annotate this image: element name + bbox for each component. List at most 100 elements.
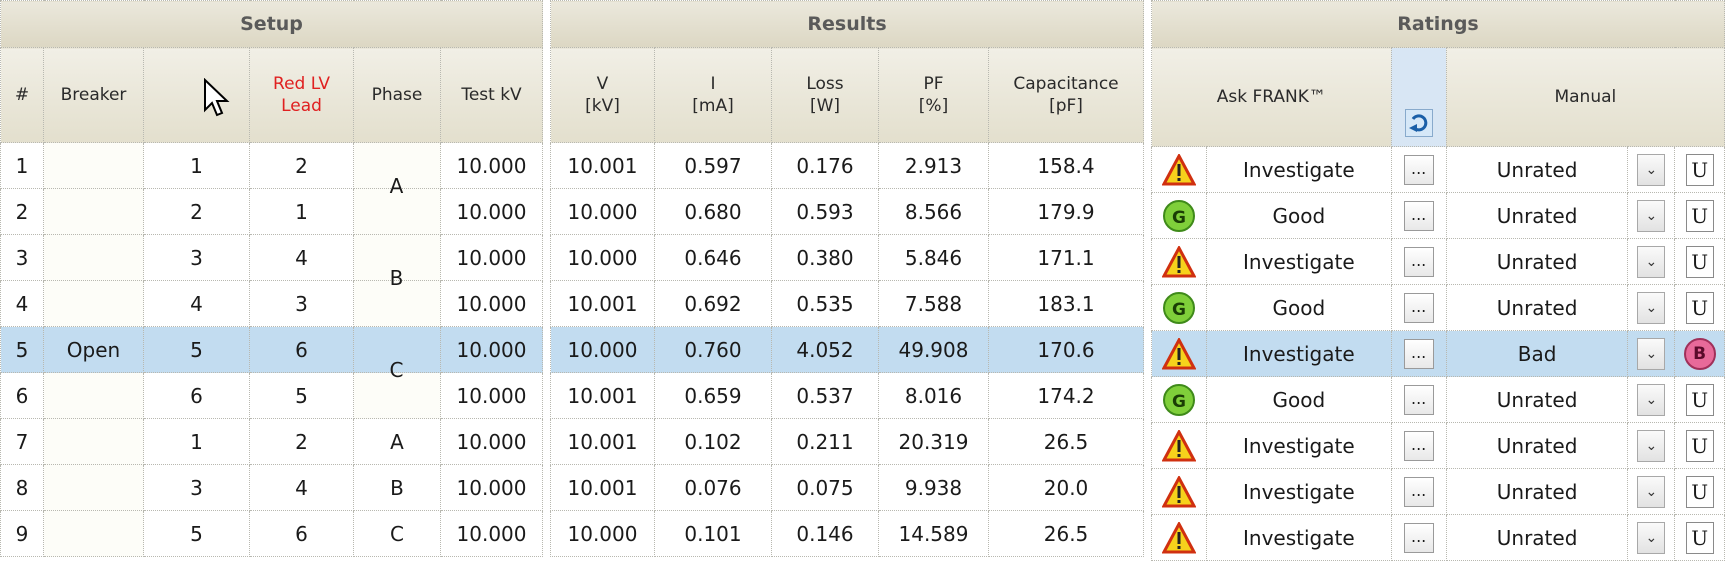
unrated-button[interactable]: U bbox=[1685, 521, 1714, 554]
lv-lead-cell[interactable]: 2 bbox=[249, 418, 354, 465]
chevron-down-icon[interactable]: ⌄ bbox=[1637, 245, 1666, 278]
unrated-button[interactable]: U bbox=[1685, 245, 1714, 278]
test-kv-cell[interactable]: 10.000 bbox=[439, 234, 544, 281]
col-test-kv[interactable]: Test kV bbox=[439, 47, 544, 143]
manual-rating-cell[interactable]: Unrated bbox=[1445, 192, 1629, 239]
bad-icon[interactable]: B bbox=[1683, 337, 1716, 370]
table-row[interactable]: 10.000 0.680 0.593 8.566 179.9 bbox=[550, 188, 1145, 235]
col-v[interactable]: V [kV] bbox=[550, 47, 655, 143]
breaker-cell[interactable] bbox=[43, 464, 144, 511]
phase-cell[interactable]: B bbox=[353, 464, 441, 511]
lv-lead-cell[interactable]: 5 bbox=[249, 372, 354, 419]
test-kv-cell[interactable]: 10.000 bbox=[439, 464, 544, 511]
table-row[interactable]: 5 Open 5 6 10.000 bbox=[0, 326, 544, 373]
details-button[interactable]: ... bbox=[1403, 476, 1434, 507]
manual-rating-cell[interactable]: Unrated bbox=[1445, 376, 1629, 423]
lv-lead-cell[interactable]: 4 bbox=[249, 234, 354, 281]
table-row[interactable]: Investigate... Unrated ⌄ U bbox=[1150, 146, 1725, 193]
table-row[interactable]: 3 3 4 10.000 bbox=[0, 234, 544, 281]
test-kv-cell[interactable]: 10.000 bbox=[439, 326, 544, 373]
col-pf[interactable]: PF [%] bbox=[878, 47, 989, 143]
test-kv-cell[interactable]: 10.000 bbox=[439, 142, 544, 189]
chevron-down-icon[interactable]: ⌄ bbox=[1637, 199, 1666, 232]
col-loss[interactable]: Loss [W] bbox=[771, 47, 879, 143]
table-row[interactable]: Investigate... Unrated ⌄ U bbox=[1150, 468, 1725, 515]
unrated-button[interactable]: U bbox=[1685, 153, 1714, 186]
unrated-button[interactable]: U bbox=[1685, 475, 1714, 508]
lv-lead-cell[interactable]: 3 bbox=[249, 280, 354, 327]
chevron-down-icon[interactable]: ⌄ bbox=[1637, 153, 1666, 186]
table-row[interactable]: 10.000 0.760 4.052 49.908 170.6 bbox=[550, 326, 1145, 373]
unrated-button[interactable]: U bbox=[1685, 199, 1714, 232]
test-kv-cell[interactable]: 10.000 bbox=[439, 188, 544, 235]
details-button[interactable]: ... bbox=[1403, 338, 1434, 369]
phase-cell[interactable] bbox=[353, 142, 441, 189]
table-row[interactable]: G Good... Unrated ⌄ U bbox=[1150, 284, 1725, 331]
table-row[interactable]: 10.001 0.659 0.537 8.016 174.2 bbox=[550, 372, 1145, 419]
table-row[interactable]: G Good... Unrated ⌄ U bbox=[1150, 376, 1725, 423]
chevron-down-icon[interactable]: ⌄ bbox=[1637, 337, 1666, 370]
refresh-icon[interactable] bbox=[1404, 109, 1433, 137]
details-button[interactable]: ... bbox=[1403, 384, 1434, 415]
table-row[interactable]: 9 5 6 C 10.000 bbox=[0, 510, 544, 557]
test-kv-cell[interactable]: 10.000 bbox=[439, 280, 544, 327]
table-row[interactable]: 10.000 0.101 0.146 14.589 26.5 bbox=[550, 510, 1145, 557]
details-button[interactable]: ... bbox=[1403, 200, 1434, 231]
hv-lead-cell[interactable]: 6 bbox=[143, 372, 250, 419]
table-row[interactable]: Investigate... Bad ⌄ B bbox=[1150, 330, 1725, 377]
table-row[interactable]: 10.001 0.692 0.535 7.588 183.1 bbox=[550, 280, 1145, 327]
details-button[interactable]: ... bbox=[1403, 246, 1434, 277]
hv-lead-cell[interactable]: 3 bbox=[143, 234, 250, 281]
manual-rating-cell[interactable]: Unrated bbox=[1445, 422, 1629, 469]
col-refresh[interactable] bbox=[1390, 47, 1447, 147]
breaker-cell[interactable] bbox=[43, 280, 144, 327]
table-row[interactable]: 6 6 5 10.000 bbox=[0, 372, 544, 419]
test-kv-cell[interactable]: 10.000 bbox=[439, 510, 544, 557]
breaker-cell[interactable] bbox=[43, 418, 144, 465]
manual-rating-cell[interactable]: Unrated bbox=[1445, 514, 1629, 561]
manual-rating-cell[interactable]: Unrated bbox=[1445, 238, 1629, 285]
table-row[interactable]: 8 3 4 B 10.000 bbox=[0, 464, 544, 511]
test-kv-cell[interactable]: 10.000 bbox=[439, 372, 544, 419]
table-row[interactable]: 4 4 3 10.000 bbox=[0, 280, 544, 327]
table-row[interactable]: 10.001 0.597 0.176 2.913 158.4 bbox=[550, 142, 1145, 189]
table-row[interactable]: 1 1 2 10.000 bbox=[0, 142, 544, 189]
details-button[interactable]: ... bbox=[1403, 154, 1434, 185]
table-row[interactable]: 7 1 2 A 10.000 bbox=[0, 418, 544, 465]
table-row[interactable]: 10.001 0.076 0.075 9.938 20.0 bbox=[550, 464, 1145, 511]
col-red-lv-lead[interactable]: Red LV Lead bbox=[249, 47, 354, 143]
phase-cell[interactable]: C bbox=[353, 510, 441, 557]
table-row[interactable]: Investigate... Unrated ⌄ U bbox=[1150, 514, 1725, 561]
hv-lead-cell[interactable]: 4 bbox=[143, 280, 250, 327]
manual-rating-cell[interactable]: Unrated bbox=[1445, 468, 1629, 515]
manual-rating-cell[interactable]: Unrated bbox=[1445, 284, 1629, 331]
col-capacitance[interactable]: Capacitance [pF] bbox=[987, 47, 1145, 143]
col-breaker[interactable]: Breaker bbox=[43, 47, 144, 143]
phase-cell[interactable] bbox=[353, 234, 441, 281]
chevron-down-icon[interactable]: ⌄ bbox=[1637, 521, 1666, 554]
col-hv-lead[interactable] bbox=[143, 47, 250, 143]
chevron-down-icon[interactable]: ⌄ bbox=[1637, 291, 1666, 324]
phase-cell[interactable]: A bbox=[353, 418, 441, 465]
breaker-cell[interactable]: Open bbox=[43, 326, 144, 373]
test-kv-cell[interactable]: 10.000 bbox=[439, 418, 544, 465]
phase-cell[interactable] bbox=[353, 372, 441, 419]
hv-lead-cell[interactable]: 2 bbox=[143, 188, 250, 235]
phase-cell[interactable] bbox=[353, 280, 441, 327]
table-row[interactable]: G Good... Unrated ⌄ U bbox=[1150, 192, 1725, 239]
hv-lead-cell[interactable]: 1 bbox=[143, 142, 250, 189]
unrated-button[interactable]: U bbox=[1685, 429, 1714, 462]
breaker-cell[interactable] bbox=[43, 234, 144, 281]
table-row[interactable]: Investigate... Unrated ⌄ U bbox=[1150, 422, 1725, 469]
hv-lead-cell[interactable]: 5 bbox=[143, 326, 250, 373]
manual-rating-cell[interactable]: Bad bbox=[1445, 330, 1629, 377]
hv-lead-cell[interactable]: 1 bbox=[143, 418, 250, 465]
lv-lead-cell[interactable]: 2 bbox=[249, 142, 354, 189]
col-ask-frank[interactable]: Ask FRANK™ bbox=[1151, 47, 1392, 147]
breaker-cell[interactable] bbox=[43, 142, 144, 189]
unrated-button[interactable]: U bbox=[1685, 383, 1714, 416]
lv-lead-cell[interactable]: 1 bbox=[249, 188, 354, 235]
col-num[interactable]: # bbox=[0, 47, 44, 143]
breaker-cell[interactable] bbox=[43, 510, 144, 557]
hv-lead-cell[interactable]: 5 bbox=[143, 510, 250, 557]
